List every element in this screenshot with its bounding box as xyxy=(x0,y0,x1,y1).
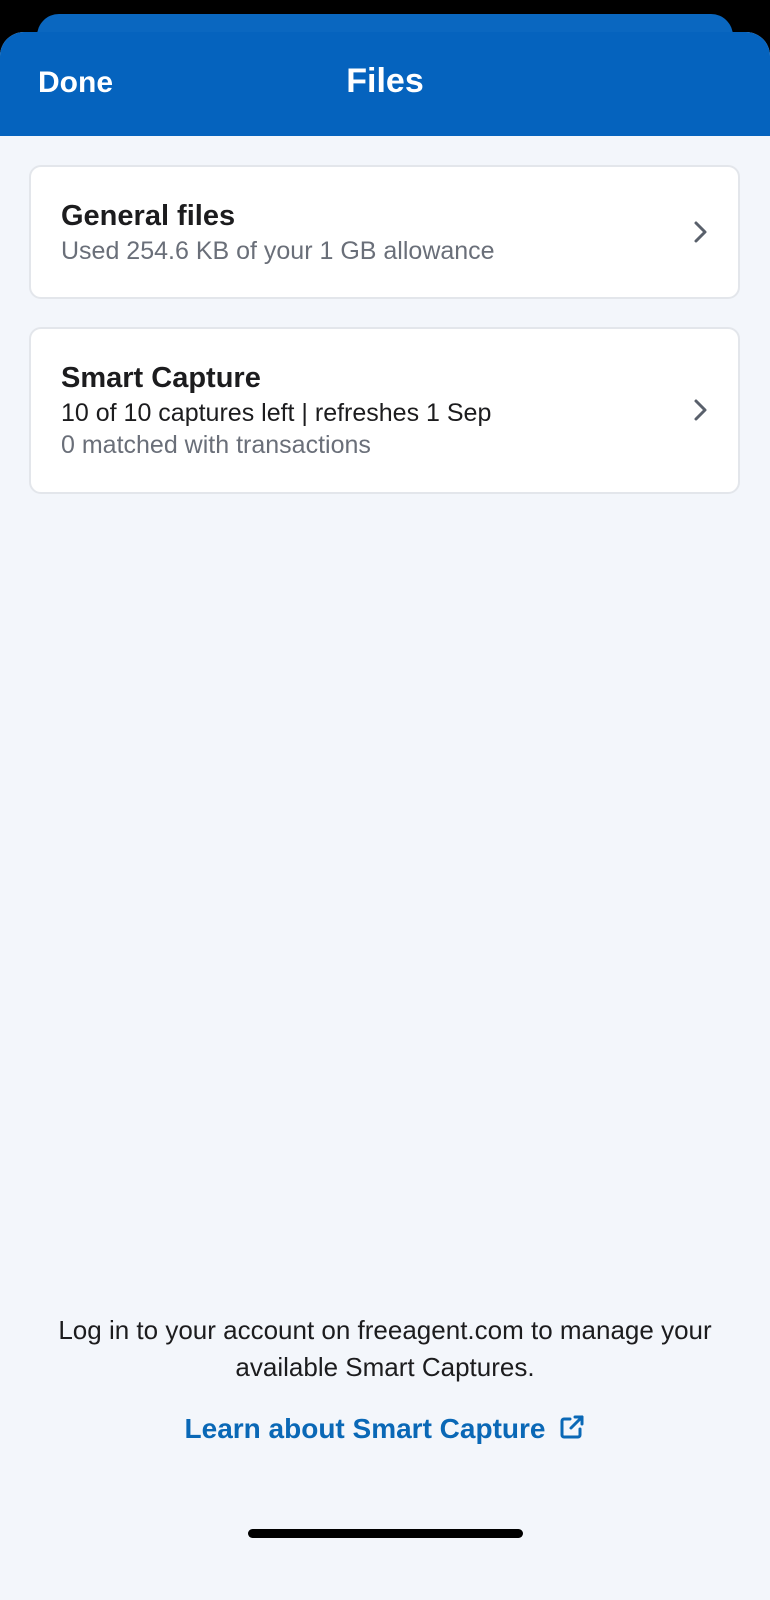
smart-capture-info-text: Log in to your account on freeagent.com … xyxy=(58,1315,712,1382)
general-files-card[interactable]: General files Used 254.6 KB of your 1 GB… xyxy=(29,165,740,299)
matched-transactions-text: 0 matched with transactions xyxy=(61,431,371,459)
learn-about-smart-capture-link[interactable]: Learn about Smart Capture xyxy=(0,1413,770,1445)
captures-left-text: 10 of 10 captures left | refreshes 1 Sep xyxy=(61,399,492,427)
chevron-right-icon xyxy=(694,221,707,243)
external-link-icon xyxy=(560,1415,584,1439)
home-indicator xyxy=(248,1529,523,1538)
page-title: Files xyxy=(346,62,424,100)
nav-bar: Done Files xyxy=(0,32,770,136)
smart-capture-card[interactable]: Smart Capture 10 of 10 captures left | r… xyxy=(29,327,740,494)
chevron-right-icon xyxy=(694,399,707,421)
storage-usage-text: Used 254.6 KB of your 1 GB allowance xyxy=(61,237,495,265)
card-title: General files xyxy=(61,200,236,232)
link-label: Learn about Smart Capture xyxy=(184,1413,546,1444)
card-title: Smart Capture xyxy=(61,362,261,394)
